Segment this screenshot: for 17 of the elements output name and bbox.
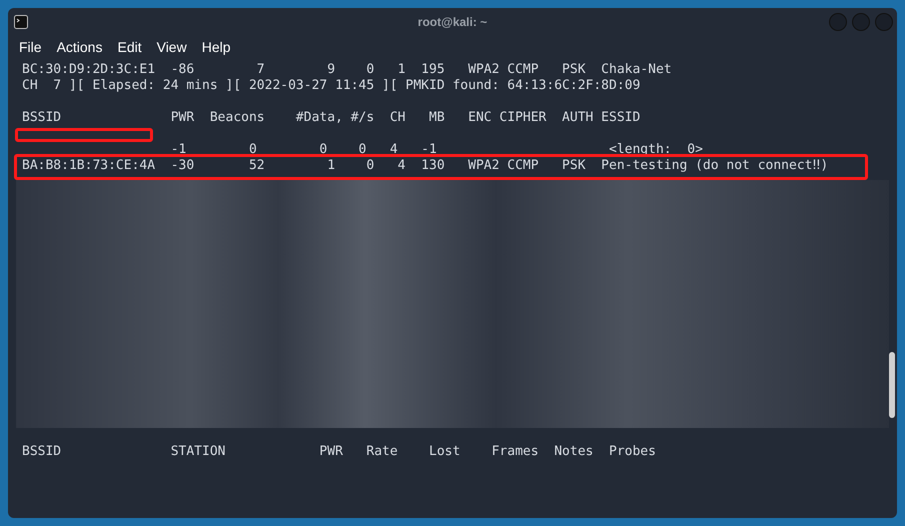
- terminal-line: CH 7 ][ Elapsed: 24 mins ][ 2022-03-27 11:45 ][ PMKID found: 64:13:6C:2F:8D:09: [22, 78, 640, 93]
- close-button[interactable]: [875, 13, 893, 31]
- menu-item[interactable]: Help: [202, 36, 230, 58]
- terminal-line: -1 0 0 0 4 -1 <length: 0>: [170, 142, 703, 157]
- window-title: root@kali: ~: [418, 14, 488, 31]
- maximize-button[interactable]: [852, 13, 870, 31]
- scrollbar[interactable]: [889, 352, 895, 418]
- terminal-line: BA:B8:1B:73:CE:4A -30 52 1 0 4 130 WPA2 CCMP PSK Pen-testing (do not connect‼): [22, 158, 828, 173]
- menu-item[interactable]: Edit: [117, 36, 142, 58]
- terminal-line: BSSID PWR Beacons #Data, #/s CH MB ENC CIPHER AUTH ESSID: [22, 110, 640, 125]
- menu-item[interactable]: Actions: [56, 36, 102, 58]
- menu-item[interactable]: View: [156, 36, 187, 58]
- menu-item[interactable]: File: [19, 36, 42, 58]
- terminal-line: BSSID STATION PWR Rate Lost Frames Notes Probes: [22, 444, 656, 459]
- minimize-button[interactable]: [829, 13, 847, 31]
- terminal-icon: [14, 15, 28, 29]
- terminal-line: BC:30:D9:2D:3C:E1 -86 7 9 0 1 195 WPA2 CCMP PSK Chaka-Net: [22, 62, 672, 77]
